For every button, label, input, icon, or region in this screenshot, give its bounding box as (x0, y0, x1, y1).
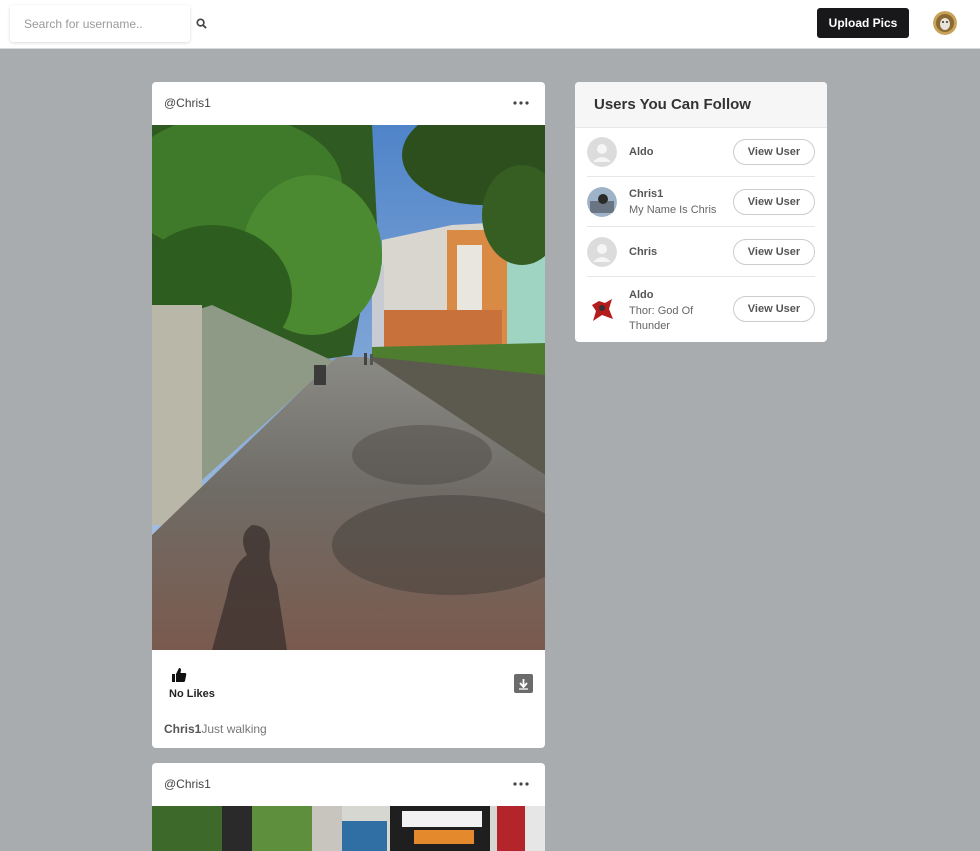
search-box (10, 5, 190, 42)
profile-photo-icon (933, 11, 957, 35)
suggested-user-name[interactable]: Aldo (629, 146, 653, 158)
users-to-follow-panel: Users You Can Follow Aldo View User Chri… (575, 82, 827, 342)
like-button[interactable] (171, 667, 187, 683)
suggested-user-name[interactable]: Chris1 (629, 188, 663, 200)
suggested-user-name[interactable]: Chris (629, 246, 657, 258)
likes-count: No Likes (169, 688, 215, 700)
post-options-button[interactable] (512, 775, 530, 793)
view-user-button[interactable]: View User (733, 139, 815, 165)
thumbs-up-icon (172, 668, 187, 682)
avatar[interactable] (587, 187, 617, 217)
suggested-user-name[interactable]: Aldo (629, 289, 653, 301)
thor-avatar-icon (587, 295, 617, 325)
post-card: @Chris1 (152, 763, 545, 851)
storefront-photo (152, 806, 545, 851)
street-photo (152, 125, 545, 650)
post-username[interactable]: @Chris1 (164, 96, 211, 110)
suggested-user-row: Chris View User (587, 227, 815, 277)
more-options-icon (513, 782, 529, 786)
post-image[interactable] (152, 806, 545, 851)
search-button[interactable] (193, 15, 209, 31)
default-user-icon (587, 137, 617, 167)
suggested-user-row: Aldo Thor: God Of Thunder View User (587, 277, 815, 337)
search-input[interactable] (10, 5, 190, 42)
search-icon (195, 17, 207, 29)
suggested-user-row: Aldo View User (587, 128, 815, 177)
avatar[interactable] (587, 137, 617, 167)
caption-username[interactable]: Chris1 (164, 722, 201, 736)
caption-text: Just walking (201, 722, 267, 736)
post-caption: Chris1Just walking (164, 722, 267, 736)
post-image[interactable] (152, 125, 545, 650)
default-user-icon (587, 237, 617, 267)
view-user-button[interactable]: View User (733, 239, 815, 265)
view-user-button[interactable]: View User (733, 296, 815, 322)
upload-pics-button[interactable]: Upload Pics (817, 8, 909, 38)
top-navbar: Upload Pics (0, 0, 980, 49)
post-options-button[interactable] (512, 94, 530, 112)
avatar[interactable] (587, 295, 617, 325)
post-header: @Chris1 (152, 763, 545, 806)
post-username[interactable]: @Chris1 (164, 777, 211, 791)
post-header: @Chris1 (152, 82, 545, 125)
view-user-button[interactable]: View User (733, 189, 815, 215)
user-avatar[interactable] (933, 11, 957, 35)
suggested-user-row: Chris1 My Name Is Chris View User (587, 177, 815, 227)
suggested-user-bio: My Name Is Chris (629, 204, 717, 216)
profile-photo-icon (587, 187, 617, 217)
download-icon (519, 678, 528, 690)
avatar[interactable] (587, 237, 617, 267)
more-options-icon (513, 101, 529, 105)
download-button[interactable] (514, 674, 533, 693)
post-card: @Chris1 (152, 82, 545, 748)
suggested-user-bio: Thor: God Of Thunder (629, 305, 694, 332)
panel-title: Users You Can Follow (575, 82, 827, 128)
